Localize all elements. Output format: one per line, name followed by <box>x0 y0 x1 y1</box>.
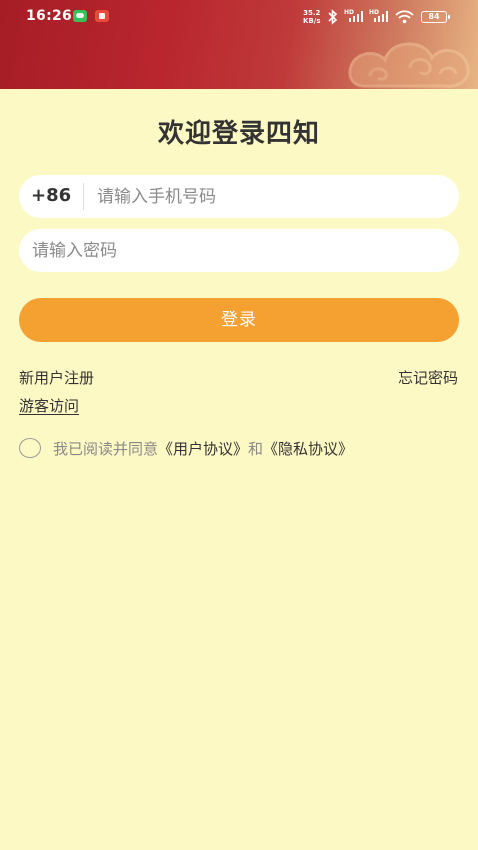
phone-field: +86 <box>19 175 459 218</box>
register-link[interactable]: 新用户注册 <box>19 367 94 388</box>
status-time: 16:26 <box>26 8 73 24</box>
battery-icon: 84 <box>421 11 450 23</box>
status-bar: 16:26 35.2 KB/s HD HD 84 <box>0 0 478 34</box>
guest-access-link[interactable]: 游客访问 <box>19 395 79 416</box>
page-title: 欢迎登录四知 <box>157 119 320 149</box>
signal-1-icon: HD <box>344 9 366 24</box>
phone-input[interactable] <box>97 183 447 210</box>
login-button[interactable]: 登录 <box>19 298 459 342</box>
network-speed-value: 35.2 <box>303 9 321 17</box>
wechat-notification-icon <box>73 10 87 22</box>
agreement-row: 我已阅读并同意《用户协议》和《隐私协议》 <box>53 438 353 459</box>
signal-2-hd-label: HD <box>369 9 380 16</box>
agreement-checkbox[interactable] <box>19 438 41 458</box>
password-field <box>19 229 459 272</box>
battery-level: 84 <box>428 12 440 21</box>
field-divider <box>83 183 84 210</box>
country-code-selector[interactable]: +86 <box>31 185 71 206</box>
user-agreement-link[interactable]: 《用户协议》 <box>158 440 248 458</box>
agreement-prefix: 我已阅读并同意 <box>53 440 159 458</box>
network-speed: 35.2 KB/s <box>303 9 320 25</box>
wifi-icon <box>395 10 414 24</box>
password-input[interactable] <box>32 237 447 264</box>
bluetooth-icon <box>328 9 338 25</box>
network-speed-unit: KB/s <box>303 17 321 25</box>
header-banner: 16:26 35.2 KB/s HD HD 84 <box>0 0 478 89</box>
privacy-agreement-link[interactable]: 《隐私协议》 <box>263 440 353 458</box>
signal-2-icon: HD <box>369 9 391 24</box>
signal-1-hd-label: HD <box>344 9 355 16</box>
forgot-password-link[interactable]: 忘记密码 <box>398 367 458 388</box>
app-notification-icon <box>95 10 109 22</box>
agreement-connector: 和 <box>248 440 264 458</box>
